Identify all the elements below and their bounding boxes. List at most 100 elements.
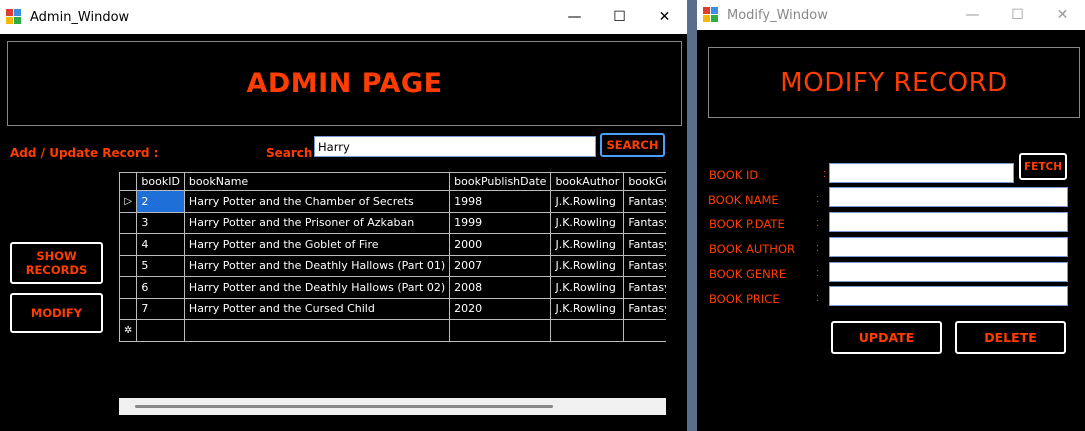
page-title: MODIFY RECORD <box>780 67 1008 98</box>
table-cell[interactable] <box>550 319 625 342</box>
modify-button[interactable]: MODIFY <box>10 293 103 333</box>
table-cell[interactable]: Fantasy <box>623 254 666 277</box>
table-cell[interactable]: Harry Potter and the Chamber of Secrets <box>183 190 451 213</box>
table-cell[interactable]: J.K.Rowling <box>550 233 625 256</box>
records-grid[interactable]: bookID bookName bookPublishDate bookAuth… <box>119 172 666 342</box>
row-header[interactable] <box>119 276 138 299</box>
current-row-icon[interactable]: ▷ <box>119 190 138 213</box>
table-cell[interactable]: 4 <box>136 233 185 256</box>
table-cell[interactable]: 3 <box>136 211 185 234</box>
table-cell[interactable]: 5 <box>136 254 185 277</box>
table-cell[interactable]: Fantasy <box>623 190 666 213</box>
maximize-icon[interactable]: ☐ <box>995 0 1040 30</box>
maximize-icon[interactable]: ☐ <box>597 0 642 34</box>
search-input[interactable]: Harry <box>314 136 596 157</box>
table-cell[interactable]: Harry Potter and the Prisoner of Azkaban <box>183 211 451 234</box>
table-cell[interactable]: Harry Potter and the Deathly Hallows (Pa… <box>183 254 451 277</box>
table-row[interactable]: 4 Harry Potter and the Goblet of Fire 20… <box>119 233 666 256</box>
table-cell[interactable]: J.K.Rowling <box>550 211 625 234</box>
table-cell[interactable]: J.K.Rowling <box>550 297 625 320</box>
table-cell[interactable]: Fantasy <box>623 211 666 234</box>
page-title: ADMIN PAGE <box>246 68 443 99</box>
table-row[interactable]: 5 Harry Potter and the Deathly Hallows (… <box>119 254 666 277</box>
table-cell[interactable]: 2008 <box>449 276 552 299</box>
colon: : <box>816 292 820 304</box>
book-author-field[interactable] <box>829 237 1068 257</box>
table-cell[interactable] <box>623 319 666 342</box>
colon: : <box>816 267 820 279</box>
book-price-label: BOOK PRICE <box>709 292 780 306</box>
colon: : <box>816 217 820 229</box>
row-header[interactable] <box>119 211 138 234</box>
table-cell[interactable] <box>183 319 451 342</box>
new-row[interactable]: ✲ <box>119 319 666 342</box>
horizontal-scrollbar[interactable] <box>119 398 666 415</box>
table-cell[interactable]: J.K.Rowling <box>550 276 625 299</box>
modify-window-title: Modify_Window <box>727 7 828 23</box>
new-row-icon[interactable]: ✲ <box>119 319 138 342</box>
table-cell[interactable]: Harry Potter and the Goblet of Fire <box>183 233 451 256</box>
book-genre-label: BOOK GENRE <box>709 267 787 281</box>
show-records-label: SHOW RECORDS <box>25 249 88 277</box>
update-button[interactable]: UPDATE <box>831 321 942 354</box>
modify-window: Modify_Window — ☐ ✕ MODIFY RECORD BOOK I… <box>697 0 1085 431</box>
admin-window: Admin_Window — ☐ ✕ ADMIN PAGE Add / Upda… <box>0 0 687 431</box>
add-update-label: Add / Update Record : <box>10 146 159 160</box>
app-icon <box>703 7 719 23</box>
table-row[interactable]: ▷ 2 Harry Potter and the Chamber of Secr… <box>119 190 666 213</box>
row-header[interactable] <box>119 297 138 320</box>
table-cell[interactable]: J.K.Rowling <box>550 190 625 213</box>
admin-header-banner: ADMIN PAGE <box>7 41 682 126</box>
table-cell[interactable]: 2020 <box>449 297 552 320</box>
modify-titlebar[interactable]: Modify_Window — ☐ ✕ <box>697 0 1085 30</box>
table-cell[interactable]: 1999 <box>449 211 552 234</box>
table-cell[interactable]: 2007 <box>449 254 552 277</box>
book-id-field[interactable] <box>829 163 1014 183</box>
table-cell[interactable]: J.K.Rowling <box>550 254 625 277</box>
table-row[interactable]: 7 Harry Potter and the Cursed Child 2020… <box>119 297 666 320</box>
book-pdate-field[interactable] <box>829 212 1068 232</box>
close-icon[interactable]: ✕ <box>642 0 687 34</box>
show-records-button[interactable]: SHOW RECORDS <box>10 242 103 284</box>
book-name-label: BOOK NAME <box>708 193 779 207</box>
row-header[interactable] <box>119 254 138 277</box>
table-row[interactable]: 6 Harry Potter and the Deathly Hallows (… <box>119 276 666 299</box>
table-cell[interactable]: 6 <box>136 276 185 299</box>
table-cell[interactable]: 2 <box>136 190 185 213</box>
table-cell[interactable]: Harry Potter and the Cursed Child <box>183 297 451 320</box>
table-cell[interactable]: Fantasy <box>623 233 666 256</box>
scrollbar-thumb[interactable] <box>135 405 553 408</box>
column-header[interactable]: bookAuthor <box>550 172 625 191</box>
grid-corner-header <box>119 172 138 191</box>
row-header[interactable] <box>119 233 138 256</box>
table-cell[interactable]: 2000 <box>449 233 552 256</box>
grid-header-row: bookID bookName bookPublishDate bookAuth… <box>119 172 666 191</box>
table-cell[interactable] <box>136 319 185 342</box>
admin-window-title: Admin_Window <box>30 9 130 25</box>
column-header[interactable]: bookName <box>183 172 451 191</box>
column-header[interactable]: bookGenre <box>623 172 666 191</box>
book-author-label: BOOK AUTHOR <box>709 242 795 256</box>
delete-button[interactable]: DELETE <box>955 321 1066 354</box>
search-button[interactable]: SEARCH <box>600 133 665 157</box>
table-cell[interactable]: 1998 <box>449 190 552 213</box>
book-price-field[interactable] <box>829 286 1068 306</box>
table-row[interactable]: 3 Harry Potter and the Prisoner of Azkab… <box>119 211 666 234</box>
column-header[interactable]: bookPublishDate <box>449 172 552 191</box>
table-cell[interactable]: Fantasy <box>623 276 666 299</box>
column-header[interactable]: bookID <box>136 172 185 191</box>
colon: : <box>816 242 820 254</box>
table-cell[interactable] <box>449 319 552 342</box>
admin-titlebar[interactable]: Admin_Window — ☐ ✕ <box>0 0 687 34</box>
book-name-field[interactable] <box>829 187 1068 207</box>
table-cell[interactable]: 7 <box>136 297 185 320</box>
minimize-icon[interactable]: — <box>950 0 995 30</box>
close-icon[interactable]: ✕ <box>1040 0 1085 30</box>
table-cell[interactable]: Harry Potter and the Deathly Hallows (Pa… <box>183 276 451 299</box>
table-cell[interactable]: Fantasy <box>623 297 666 320</box>
fetch-button[interactable]: FETCH <box>1019 153 1067 180</box>
app-icon <box>6 9 22 25</box>
minimize-icon[interactable]: — <box>552 0 597 34</box>
book-genre-field[interactable] <box>829 262 1068 282</box>
modify-header-banner: MODIFY RECORD <box>708 47 1080 118</box>
